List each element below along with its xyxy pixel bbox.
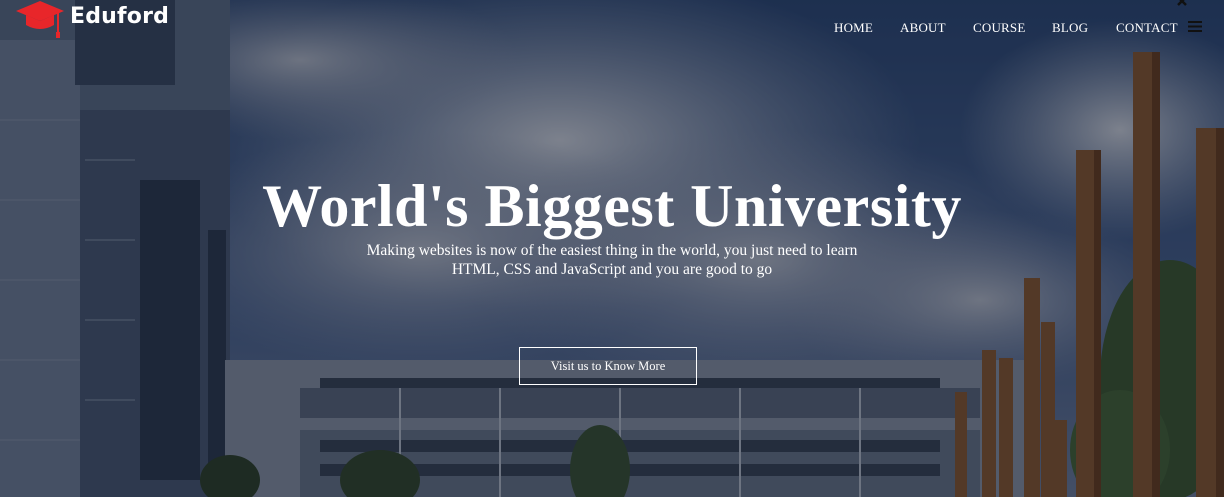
nav-about[interactable]: ABOUT bbox=[900, 20, 946, 36]
hamburger-menu-icon[interactable] bbox=[1188, 20, 1202, 33]
hero-title: World's Biggest University bbox=[262, 173, 962, 239]
main-nav: HOME ABOUT COURSE BLOG CONTACT bbox=[0, 20, 1224, 38]
hero-subtitle: Making websites is now of the easiest th… bbox=[366, 242, 858, 278]
visit-us-button[interactable]: Visit us to Know More bbox=[519, 347, 697, 385]
close-icon[interactable] bbox=[1175, 0, 1189, 8]
nav-blog[interactable]: BLOG bbox=[1052, 20, 1088, 36]
nav-home[interactable]: HOME bbox=[834, 20, 873, 36]
nav-contact[interactable]: CONTACT bbox=[1116, 20, 1178, 36]
nav-course[interactable]: COURSE bbox=[973, 20, 1026, 36]
